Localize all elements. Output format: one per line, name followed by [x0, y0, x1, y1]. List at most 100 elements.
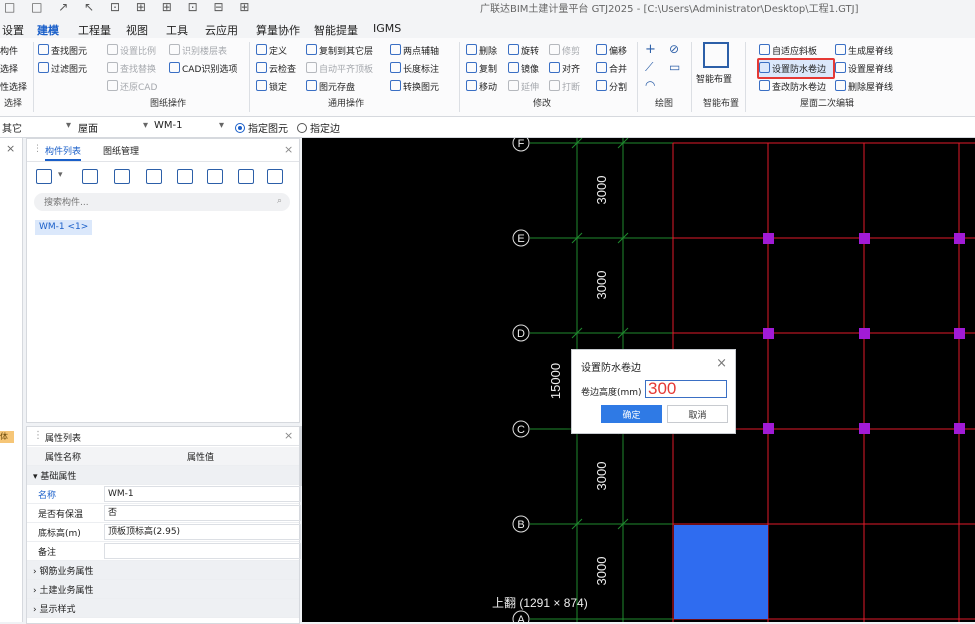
arc-draw-icon[interactable]: ◠	[645, 78, 655, 92]
ribbon-set-scale[interactable]: 设置比例	[107, 44, 156, 57]
ribbon-cloud-check[interactable]: 云检查	[256, 62, 296, 75]
edge-height-input[interactable]	[645, 380, 727, 398]
ribbon-offset[interactable]: 偏移	[596, 44, 627, 57]
ribbon-recognize-floors[interactable]: 识别楼层表	[169, 44, 227, 57]
section-rebar[interactable]: › 钢筋业务属性	[27, 561, 299, 580]
mode-specify-element[interactable]: 指定图元	[235, 120, 288, 135]
ribbon-cad-options[interactable]: CAD识别选项	[169, 62, 237, 75]
menu-collab[interactable]: 算量协作	[256, 22, 300, 38]
chevron-down-icon[interactable]: ▾	[219, 120, 224, 131]
prop-value-field[interactable]: 顶板顶标高(2.95)	[104, 524, 301, 540]
ribbon-lock[interactable]: 锁定	[256, 80, 287, 93]
sort-icon[interactable]	[238, 169, 254, 184]
new-icon[interactable]	[36, 169, 52, 184]
filter-list-icon[interactable]	[267, 169, 283, 184]
ribbon-set-waterproof-edge[interactable]: 设置防水卷边	[759, 62, 826, 75]
ribbon-edit-waterproof-edge[interactable]: 查改防水卷边	[759, 80, 826, 93]
ribbon-copy[interactable]: 复制	[466, 62, 497, 75]
column[interactable]	[763, 328, 774, 339]
ribbon-break[interactable]: 打断	[549, 80, 580, 93]
ribbon-align[interactable]: 对齐	[549, 62, 580, 75]
duplicate-icon[interactable]	[146, 169, 162, 184]
ribbon-auto-align-slab[interactable]: 自动平齐顶板	[306, 62, 373, 75]
section-civil[interactable]: › 土建业务属性	[27, 580, 299, 599]
mode-specify-edge[interactable]: 指定边	[297, 120, 340, 135]
section-display[interactable]: › 显示样式	[27, 599, 299, 618]
drag-handle-icon[interactable]: ⋮	[33, 430, 43, 441]
ribbon-delete-ridge[interactable]: 删除屋脊线	[835, 80, 893, 93]
chevron-down-icon[interactable]: ▾	[66, 120, 71, 131]
cancel-button[interactable]: 取消	[667, 405, 728, 423]
tab-component-list[interactable]: 构件列表	[45, 144, 82, 161]
column[interactable]	[954, 328, 965, 339]
drag-handle-icon[interactable]: ⋮	[33, 144, 42, 154]
ribbon-trim[interactable]: 修剪	[549, 44, 580, 57]
chevron-down-icon[interactable]: ▾	[143, 120, 148, 131]
category-dropdown[interactable]: 其它	[2, 120, 22, 135]
column[interactable]	[859, 423, 870, 434]
ok-button[interactable]: 确定	[601, 405, 662, 423]
menu-cloud[interactable]: 云应用	[205, 22, 238, 38]
search-box[interactable]: ⌕	[34, 193, 290, 211]
ribbon-delete[interactable]: 删除	[466, 44, 497, 57]
tab-drawing-manage[interactable]: 图纸管理	[103, 144, 139, 157]
prop-value-field[interactable]: 否	[104, 505, 301, 521]
search-icon[interactable]: ⌕	[277, 196, 282, 206]
column[interactable]	[954, 423, 965, 434]
ribbon-length-dimension[interactable]: 长度标注	[390, 62, 439, 75]
copy-icon[interactable]	[82, 169, 98, 184]
close-icon[interactable]: ×	[284, 143, 293, 156]
delete-icon[interactable]	[114, 169, 130, 184]
ribbon-rotate[interactable]: 旋转	[508, 44, 539, 57]
import-icon[interactable]	[207, 169, 223, 184]
menu-igms[interactable]: IGMS	[373, 22, 401, 35]
close-icon[interactable]: ×	[716, 356, 727, 371]
ribbon-merge[interactable]: 合并	[596, 62, 627, 75]
menu-quantity[interactable]: 工程量	[78, 22, 111, 38]
quick-access-icons[interactable]: □ □ ↗ ↖ ⊡ ⊞ ⊞ ⊡ ⊟ ⊞	[4, 0, 255, 14]
ribbon-convert-element[interactable]: 转换图元	[390, 80, 439, 93]
prop-value-field[interactable]	[104, 543, 301, 559]
chevron-down-icon[interactable]: ▾	[58, 170, 63, 180]
section-basic[interactable]: ▾ 基础属性	[27, 466, 299, 485]
menu-smart-qty[interactable]: 智能提量	[314, 22, 358, 38]
close-icon[interactable]: ×	[6, 142, 15, 155]
ribbon-component[interactable]: 构件	[0, 44, 18, 57]
column[interactable]	[763, 233, 774, 244]
menu-view[interactable]: 视图	[126, 22, 148, 38]
rect-draw-icon[interactable]: ▭	[669, 60, 680, 74]
ribbon-two-point-axis[interactable]: 两点辅轴	[390, 44, 439, 57]
roof-slab-wm1[interactable]	[674, 525, 768, 619]
ribbon-find-replace[interactable]: 查找替换	[107, 62, 156, 75]
smart-layout-icon[interactable]	[703, 42, 729, 68]
ribbon-split[interactable]: 分割	[596, 80, 627, 93]
experience-tag[interactable]: 体验	[0, 431, 14, 443]
ribbon-element-save[interactable]: 图元存盘	[306, 80, 355, 93]
column[interactable]	[954, 233, 965, 244]
ribbon-extend[interactable]: 延伸	[508, 80, 539, 93]
rotate-point-icon[interactable]: ⊘	[669, 42, 679, 56]
component-dropdown[interactable]: WM-1	[154, 120, 183, 131]
column[interactable]	[859, 233, 870, 244]
ribbon-smart-layout[interactable]: 智能布置	[696, 72, 732, 85]
ribbon-select[interactable]: 选择	[0, 62, 18, 75]
ribbon-set-ridge[interactable]: 设置屋脊线	[835, 62, 893, 75]
prop-value-field[interactable]: WM-1	[104, 486, 301, 502]
floor-copy-icon[interactable]	[177, 169, 193, 184]
ribbon-restore-cad[interactable]: 还原CAD	[107, 80, 157, 93]
ribbon-batch-select[interactable]: 性选择	[0, 80, 27, 93]
column[interactable]	[763, 423, 774, 434]
ribbon-move[interactable]: 移动	[466, 80, 497, 93]
ribbon-adaptive-slope[interactable]: 自适应斜板	[759, 44, 817, 57]
list-item-wm1[interactable]: WM-1 <1>	[35, 220, 93, 235]
ribbon-define[interactable]: 定义	[256, 44, 287, 57]
column[interactable]	[859, 328, 870, 339]
menu-settings[interactable]: 设置	[2, 22, 24, 38]
type-dropdown[interactable]: 屋面	[78, 120, 98, 135]
ribbon-find-element[interactable]: 查找图元	[38, 44, 87, 57]
ribbon-filter-element[interactable]: 过滤图元	[38, 62, 87, 75]
ribbon-mirror[interactable]: 镜像	[508, 62, 539, 75]
menu-tools[interactable]: 工具	[166, 22, 188, 38]
search-input[interactable]	[42, 195, 266, 210]
ribbon-copy-to-floor[interactable]: 复制到其它层	[306, 44, 373, 57]
